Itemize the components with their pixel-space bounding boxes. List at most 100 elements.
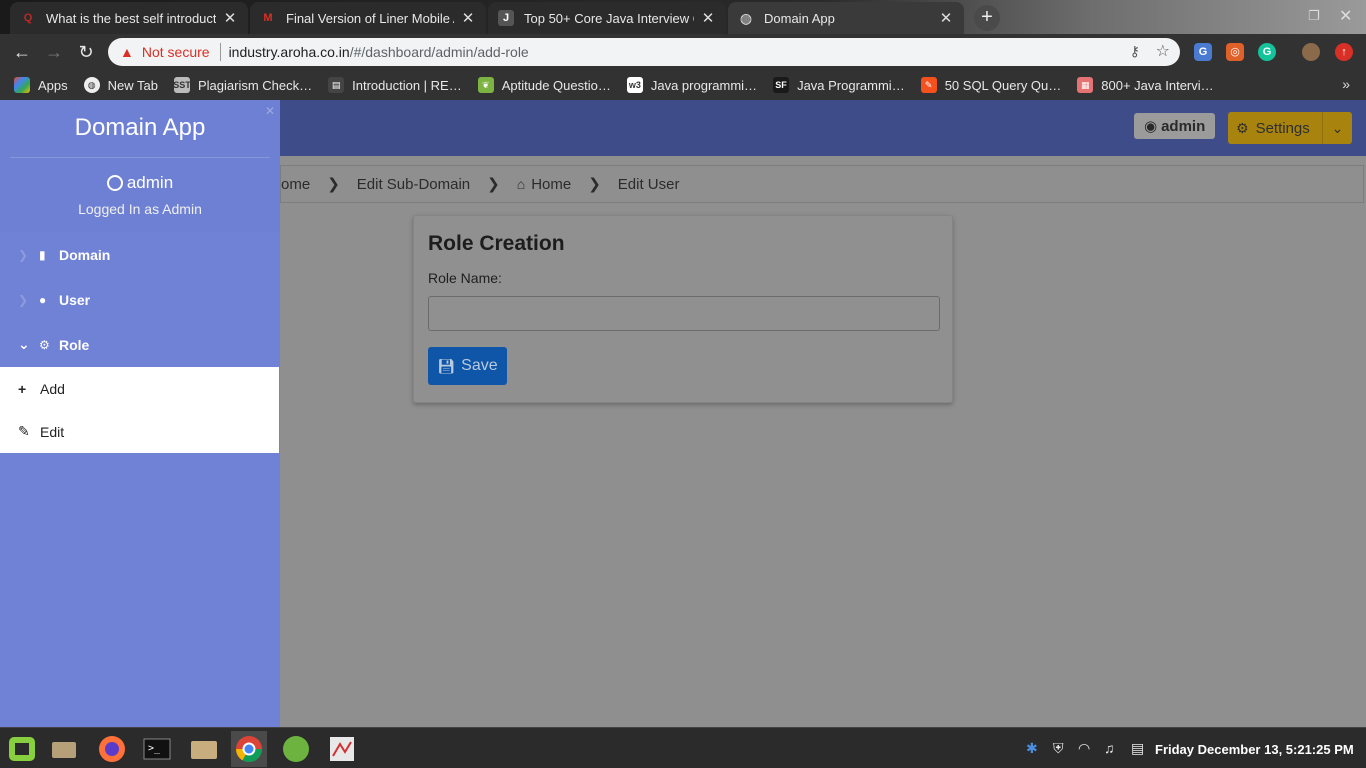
breadcrumb-item[interactable]: Edit Sub-Domain [357,176,470,193]
submenu-item-add[interactable]: + Add [0,367,279,410]
sidebar-header: Domain App admin Logged In as Admin [0,100,280,232]
restore-window-icon[interactable]: ❐ [1308,8,1320,24]
bookmark-label: Introduction | RE… [352,77,462,93]
files-icon[interactable] [186,731,222,767]
ubuntu-extension-icon[interactable]: ◎ [1226,43,1244,61]
browser-tab-strip: Q What is the best self introducti ✕ M F… [0,0,1366,34]
w3schools-icon: w3 [626,77,643,93]
tab-title: Domain App [764,10,835,26]
leaf-icon: ❦ [477,77,494,93]
submenu-label: Add [40,380,65,397]
address-bar[interactable]: ▲ Not secure industry.aroha.co.in /#/das… [108,38,1180,66]
security-label: Not secure [141,44,210,60]
sidebar-item-user[interactable]: ❯ ● User [0,277,280,322]
forward-icon[interactable]: → [42,40,66,64]
terminal-icon[interactable]: >_ [139,731,175,767]
breadcrumb-item[interactable]: ome [281,176,310,193]
firefox-icon[interactable] [94,731,130,767]
breadcrumb-item[interactable]: Edit User [618,176,680,193]
more-bookmarks-icon[interactable]: » [1342,76,1350,92]
bookmark-label: Java programmi… [650,77,758,93]
quora-icon: Q [23,12,33,24]
update-icon[interactable]: ↑ [1335,43,1353,61]
wifi-icon[interactable]: ◠ [1078,740,1090,757]
bookmark-label: 50 SQL Query Qu… [944,77,1062,93]
close-icon[interactable]: ✕ [938,9,954,27]
submenu-label: Edit [40,423,65,440]
chevron-right-icon: ❯ [588,176,601,193]
page-title: Role Creation [428,232,565,255]
bookmark-item[interactable]: ✎ 50 SQL Query Qu… [920,77,1062,93]
bookmark-label: Plagiarism Check… [197,77,313,93]
admin-user-button[interactable]: ◉ admin [1134,113,1216,139]
role-name-label: Role Name: [428,270,502,286]
bluetooth-icon[interactable]: ✱ [1026,740,1038,757]
bookmark-label: Java Programmi… [797,77,905,93]
sst-icon: SST [173,77,191,93]
close-window-icon[interactable]: ✕ [1339,6,1352,26]
sidebar-item-domain[interactable]: ❯ ▮ Domain [0,232,280,277]
key-icon[interactable]: ⚷ [1130,43,1140,60]
breadcrumb-item-home[interactable]: ⌂ Home [517,176,571,193]
chevron-down-icon: ⌄ [18,336,30,352]
browser-toolbar: ← → ↻ ▲ Not secure industry.aroha.co.in … [0,34,1366,70]
clipboard-icon[interactable]: ▤ [1131,740,1144,757]
sidebar-item-role[interactable]: ⌄ ⚙ Role [0,322,280,367]
save-button[interactable]: 💾︎ Save [428,347,507,385]
close-icon[interactable]: ✕ [222,9,238,27]
app-launcher-icon[interactable] [324,731,360,767]
bookmark-star-icon[interactable]: ☆ [1156,41,1170,61]
browser-tab[interactable]: Q What is the best self introducti ✕ [10,2,248,34]
close-icon[interactable]: ✕ [460,9,476,27]
chrome-icon[interactable] [231,731,267,767]
role-name-input[interactable] [428,296,940,331]
bookmark-item[interactable]: ❦ Aptitude Questio… [477,77,611,93]
chevron-down-icon[interactable]: ⌄ [1322,112,1352,144]
app-viewport: ◉ admin ⚙ Settings ⌄ ome ❯ Edit Sub-Doma… [0,100,1366,727]
bookmark-item[interactable]: ▤ Introduction | RE… [328,77,462,93]
bookmark-item[interactable]: ◍ New Tab [83,77,158,93]
bookmark-label: New Tab [107,77,158,93]
browser-tab-active[interactable]: ◍ Domain App ✕ [728,2,964,34]
apps-grid-icon [14,77,30,93]
close-icon[interactable]: ✕ [265,104,275,118]
chevron-right-icon: ❯ [327,176,340,193]
mint-menu-icon[interactable] [4,731,40,767]
brand-title: Domain App [10,100,270,158]
bookmark-apps[interactable]: Apps [14,77,68,93]
grammarly-extension-icon[interactable]: G [1258,43,1276,61]
settings-dropdown-button[interactable]: ⚙ Settings ⌄ [1228,112,1352,144]
profile-avatar[interactable] [1302,43,1320,61]
show-desktop-icon[interactable] [46,731,82,767]
browser-tab[interactable]: J Top 50+ Core Java Interview Q ✕ [488,2,726,34]
close-icon[interactable]: ✕ [700,9,716,27]
breadcrumb-label: Home [531,175,572,193]
browser-tab[interactable]: M Final Version of Liner Mobile A ✕ [250,2,486,34]
sidebar-item-label: Role [59,336,90,353]
sidebar-item-label: User [59,291,91,308]
spring-tool-icon[interactable] [278,731,314,767]
sidebar-user: admin [0,173,280,193]
gear-icon: ⚙ [39,337,50,352]
bookmark-item[interactable]: SF Java Programmi… [773,77,905,93]
sidebar-item-label: Domain [59,246,111,263]
settings-label: Settings [1255,119,1310,137]
back-icon[interactable]: ← [10,40,34,64]
site-icon: ▦ [1077,77,1094,93]
sound-icon[interactable]: ♫ [1104,740,1115,756]
book-icon: ▤ [328,77,345,93]
bookmark-item[interactable]: w3 Java programmi… [626,77,758,93]
submenu-item-edit[interactable]: ✎ Edit [0,410,279,453]
translate-extension-icon[interactable]: G [1194,43,1212,61]
reload-icon[interactable]: ↻ [74,40,98,64]
clock[interactable]: Friday December 13, 5:21:25 PM [1155,742,1354,757]
bookmark-label: Apps [38,77,68,93]
bookmarks-bar: Apps ◍ New Tab SST Plagiarism Check… ▤ I… [0,70,1366,100]
url-path: /#/dashboard/admin/add-role [349,44,529,60]
new-tab-button[interactable]: + [974,5,1000,31]
file-icon: ▮ [39,247,46,262]
shield-icon[interactable]: ⛨ [1053,740,1064,757]
bookmark-item[interactable]: SST Plagiarism Check… [173,77,313,93]
bookmark-item[interactable]: ▦ 800+ Java Intervi… [1077,77,1214,93]
user-icon: ● [39,292,47,307]
